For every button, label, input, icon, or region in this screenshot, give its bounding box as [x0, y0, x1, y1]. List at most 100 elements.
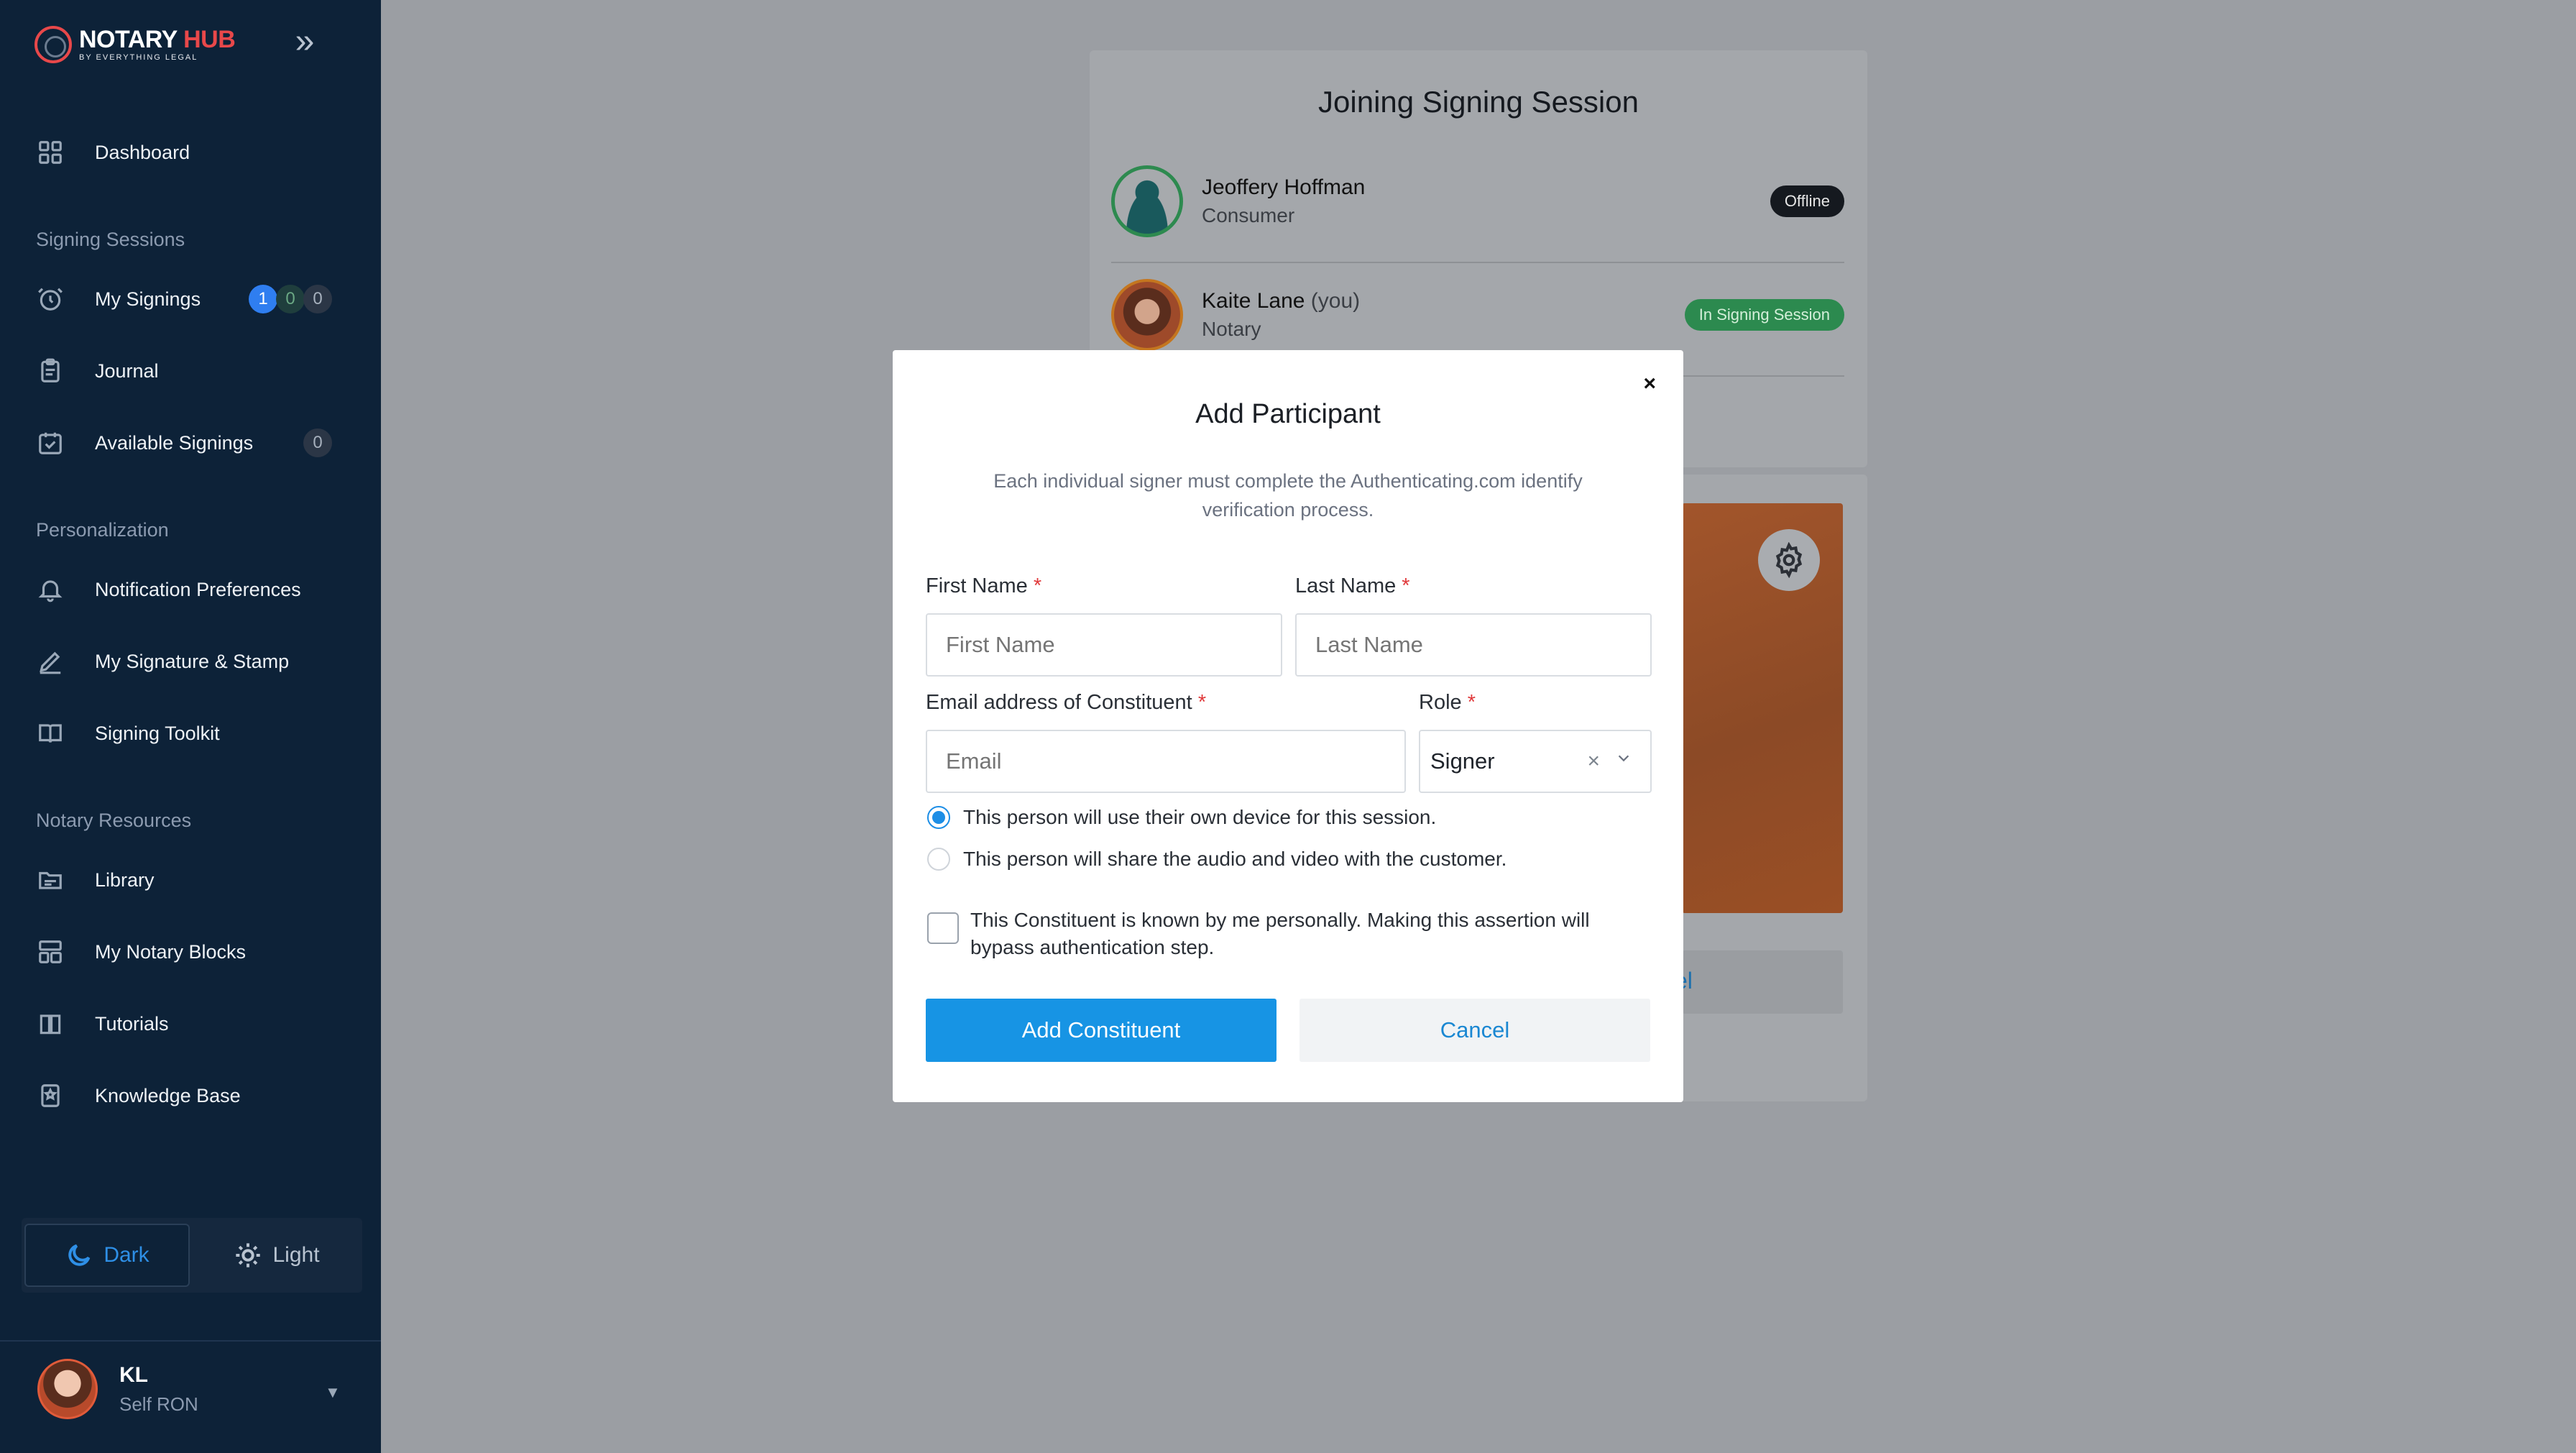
sidebar-item-library[interactable]: Library [34, 863, 358, 897]
required-marker: * [1402, 574, 1410, 597]
folder-icon [34, 864, 66, 896]
radio-share-device[interactable]: This person will share the audio and vid… [927, 848, 1506, 871]
required-marker: * [1033, 574, 1042, 597]
status-badge: Offline [1770, 185, 1844, 217]
partial-button[interactable] [1682, 950, 1843, 1014]
participant-row: Jeoffery Hoffman Consumer Offline [1111, 165, 1844, 237]
label-text: Role [1419, 691, 1462, 714]
clear-icon[interactable]: × [1587, 749, 1600, 774]
label-text: First Name [926, 574, 1028, 597]
calendar-check-icon [34, 427, 66, 459]
available-count: 0 [303, 428, 332, 457]
sidebar-item-available-signings[interactable]: Available Signings 0 [34, 426, 358, 460]
sidebar-item-signature-stamp[interactable]: My Signature & Stamp [34, 644, 358, 679]
sidebar-item-my-signings[interactable]: My Signings 1 0 0 [34, 282, 358, 316]
signings-counts: 1 0 0 [249, 285, 332, 313]
add-constituent-button[interactable]: Add Constituent [926, 999, 1276, 1062]
last-name-input[interactable] [1295, 613, 1652, 677]
sidebar-item-dashboard[interactable]: Dashboard [34, 135, 358, 170]
pen-icon [34, 646, 66, 677]
blocks-icon [34, 936, 66, 968]
logo-name-accent: HUB [183, 26, 236, 53]
gear-icon[interactable] [1758, 529, 1820, 591]
bell-icon [34, 574, 66, 605]
sun-icon [236, 1243, 261, 1268]
logo-icon [34, 26, 72, 63]
theme-dark-button[interactable]: Dark [24, 1224, 190, 1287]
count-badge: 0 [276, 285, 305, 313]
first-name-input[interactable] [926, 613, 1282, 677]
required-marker: * [1467, 691, 1476, 714]
checkbox-label: This Constituent is known by me personal… [970, 909, 1590, 958]
section-label-notary-resources: Notary Resources [36, 810, 192, 831]
sidebar-item-notification-preferences[interactable]: Notification Preferences [34, 572, 358, 607]
book-icon [34, 1008, 66, 1040]
profile-role: Self RON [119, 1393, 198, 1415]
sidebar-item-signing-toolkit[interactable]: Signing Toolkit [34, 716, 358, 751]
sidebar-item-label: Tutorials [95, 1012, 169, 1035]
radio-button[interactable] [927, 848, 950, 871]
role-select[interactable]: Signer × [1419, 730, 1652, 793]
count-badge: 1 [249, 285, 277, 313]
known-personally-checkbox[interactable] [927, 912, 959, 944]
user-placeholder-avatar [1111, 165, 1183, 237]
count-badge: 0 [303, 285, 332, 313]
sidebar-item-knowledge-base[interactable]: Knowledge Base [34, 1078, 358, 1113]
divider [1111, 262, 1844, 263]
bookmark-icon [34, 1080, 66, 1111]
participant-name: Kaite Lane [1202, 289, 1305, 313]
sidebar-item-label: Library [95, 868, 155, 891]
modal-description: Each individual signer must complete the… [993, 470, 1583, 521]
label-text: Last Name [1295, 574, 1397, 597]
email-label: Email address of Constituent * [926, 691, 1206, 715]
grid-icon [34, 137, 66, 168]
radio-label: This person will use their own device fo… [963, 806, 1437, 828]
close-icon[interactable]: × [1643, 372, 1656, 396]
sidebar-item-label: Available Signings [95, 431, 254, 454]
alarm-clock-icon [34, 283, 66, 315]
theme-toggle: Dark Light [22, 1218, 362, 1293]
email-input[interactable] [926, 730, 1406, 793]
caret-down-icon[interactable]: ▼ [325, 1383, 341, 1402]
avatar [1111, 279, 1183, 351]
sidebar-item-label: Knowledge Base [95, 1084, 241, 1106]
sidebar-item-label: Journal [95, 359, 159, 382]
label-text: Email address of Constituent [926, 691, 1192, 714]
session-title: Joining Signing Session [1318, 85, 1639, 119]
chevron-down-icon[interactable] [1616, 750, 1632, 766]
sidebar-item-label: Dashboard [95, 141, 190, 163]
participant-row: Kaite Lane (you) Notary In Signing Sessi… [1111, 279, 1844, 351]
sidebar-item-notary-blocks[interactable]: My Notary Blocks [34, 935, 358, 969]
required-marker: * [1197, 691, 1207, 714]
cancel-button[interactable]: Cancel [1300, 999, 1650, 1062]
count-badge: 0 [303, 428, 332, 457]
profile-initials: KL [119, 1363, 148, 1387]
last-name-label: Last Name * [1295, 574, 1410, 598]
logo-name: NOTARY [79, 26, 178, 53]
sidebar: NOTARY HUB BY EVERYTHING LEGAL » Dashboa… [0, 0, 381, 1453]
logo-tagline: BY EVERYTHING LEGAL [79, 53, 198, 62]
add-participant-modal: × Add Participant Each individual signer… [893, 350, 1683, 1102]
known-personally-checkbox-row[interactable]: This Constituent is known by me personal… [927, 907, 1646, 961]
double-chevron-right-icon[interactable]: » [288, 24, 322, 62]
radio-button-selected[interactable] [927, 806, 950, 829]
sidebar-item-label: My Notary Blocks [95, 940, 247, 963]
radio-own-device[interactable]: This person will use their own device fo… [927, 806, 1436, 829]
participant-role: Consumer [1202, 204, 1295, 226]
participant-suffix: (you) [1310, 289, 1361, 313]
notary-hub-logo[interactable]: NOTARY HUB BY EVERYTHING LEGAL [34, 26, 236, 63]
role-label: Role * [1419, 691, 1476, 715]
sidebar-item-label: Signing Toolkit [95, 722, 220, 744]
theme-dark-label: Dark [104, 1243, 150, 1267]
status-badge: In Signing Session [1684, 299, 1844, 331]
modal-title: Add Participant [1195, 399, 1381, 429]
book-open-icon [34, 718, 66, 749]
role-value: Signer [1430, 748, 1495, 774]
user-profile[interactable]: KL Self RON ▼ [0, 1340, 381, 1453]
theme-light-button[interactable]: Light [194, 1224, 359, 1287]
theme-light-label: Light [272, 1243, 320, 1267]
sidebar-item-tutorials[interactable]: Tutorials [34, 1007, 358, 1041]
sidebar-item-journal[interactable]: Journal [34, 354, 358, 388]
clipboard-icon [34, 355, 66, 387]
section-label-signing-sessions: Signing Sessions [36, 229, 185, 250]
